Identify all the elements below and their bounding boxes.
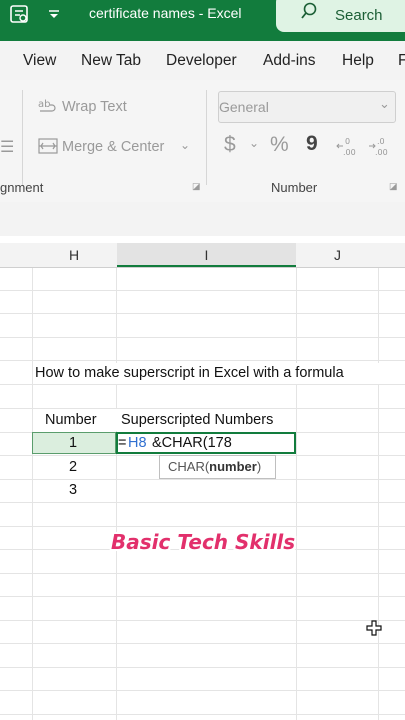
svg-text:ab: ab [38,99,50,110]
align-left-icon[interactable]: ☰ [0,137,14,157]
menu-bar: View New Tab Developer Add-ins Help F [0,41,405,81]
number-launcher-icon[interactable]: ◪ [389,181,398,192]
grid-line [0,690,405,691]
grid-line [296,268,297,720]
number-cell-3[interactable]: 3 [69,482,77,498]
grid-line [116,268,117,720]
menu-add-ins[interactable]: Add-ins [263,52,316,70]
title-bar: certificate names - Excel Search [0,0,405,41]
search-box[interactable]: Search [276,0,405,32]
worksheet-grid[interactable] [0,243,405,720]
grid-line [0,573,405,574]
increase-decimal-icon[interactable]: 0.00 [336,134,360,163]
alignment-group-label: gnment [0,180,44,195]
quick-access-dropdown-icon[interactable] [46,0,62,34]
number-group-label: Number [271,180,318,195]
svg-text:.00: .00 [343,148,356,157]
tooltip-close: ) [256,459,262,474]
header-number-cell[interactable]: Number [45,412,97,428]
column-header-h[interactable]: H [32,243,116,267]
tooltip-function-name: CHAR( [168,459,210,474]
formula-cell-reference: H8 [128,435,147,451]
column-header-i[interactable]: I [117,243,296,267]
number-format-select[interactable]: General ⌄ [218,91,396,123]
menu-file-partial[interactable]: F [398,52,405,70]
formula-equals: = [118,435,127,451]
menu-new-tab[interactable]: New Tab [81,52,141,70]
grid-line [0,360,405,361]
svg-text:0: 0 [345,137,350,146]
merge-center-button[interactable]: Merge & Center [62,139,164,155]
grid-line [0,384,405,385]
menu-developer[interactable]: Developer [166,52,237,70]
grid-line [32,268,33,720]
grid-line [0,714,405,715]
formula-bar-area [0,202,405,236]
grid-line [0,479,405,480]
currency-dropdown-icon[interactable]: ⌄ [249,136,259,150]
grid-line [378,268,379,720]
grid-line [0,502,405,503]
tooltip-argument: number [209,459,257,474]
grid-line [0,596,405,597]
grid-line [0,313,405,314]
wrap-text-icon[interactable]: ab [38,97,58,120]
svg-text:.0: .0 [377,137,385,146]
cell-select-cursor-icon [366,620,382,640]
formula-rest: &CHAR(178 [152,435,232,451]
column-headers: H I J [0,243,405,268]
grid-line [0,643,405,644]
brand-watermark: Basic Tech Skills [111,530,296,554]
search-label: Search [335,7,383,24]
header-superscripted-cell[interactable]: Superscripted Numbers [121,412,273,428]
grid-line [0,337,405,338]
ribbon: ☰ ab Wrap Text Merge & Center ⌄ gnment ◪… [0,80,405,203]
currency-button[interactable]: $ [224,133,236,157]
number-cell-1[interactable]: 1 [69,435,77,451]
window-title: certificate names - Excel [89,5,242,21]
active-cell-i8[interactable]: = H8 &CHAR(178 [116,432,296,454]
decrease-decimal-icon[interactable]: .0.00 [368,134,392,163]
menu-view[interactable]: View [23,52,56,70]
grid-line [0,290,405,291]
function-tooltip[interactable]: CHAR(number) [159,455,276,479]
comma-style-button[interactable]: 9 [306,132,318,156]
menu-help[interactable]: Help [342,52,374,70]
ribbon-separator [22,90,23,185]
wrap-text-button[interactable]: Wrap Text [62,99,127,115]
alignment-launcher-icon[interactable]: ◪ [192,181,201,192]
grid-line [0,620,405,621]
number-cell-2[interactable]: 2 [69,459,77,475]
chevron-down-icon: ⌄ [379,96,390,111]
ribbon-separator [206,90,207,185]
grid-line [0,667,405,668]
merge-center-icon[interactable] [38,137,58,160]
grid-line [0,526,405,527]
column-header-j[interactable]: J [297,243,378,267]
merge-dropdown-icon[interactable]: ⌄ [180,138,190,152]
percent-button[interactable]: % [270,133,289,157]
sheet-title-cell[interactable]: How to make superscript in Excel with a … [35,365,344,381]
search-icon [300,2,318,24]
workbook-icon[interactable] [8,0,30,34]
svg-text:.00: .00 [375,148,388,157]
number-format-value: General [219,99,269,115]
